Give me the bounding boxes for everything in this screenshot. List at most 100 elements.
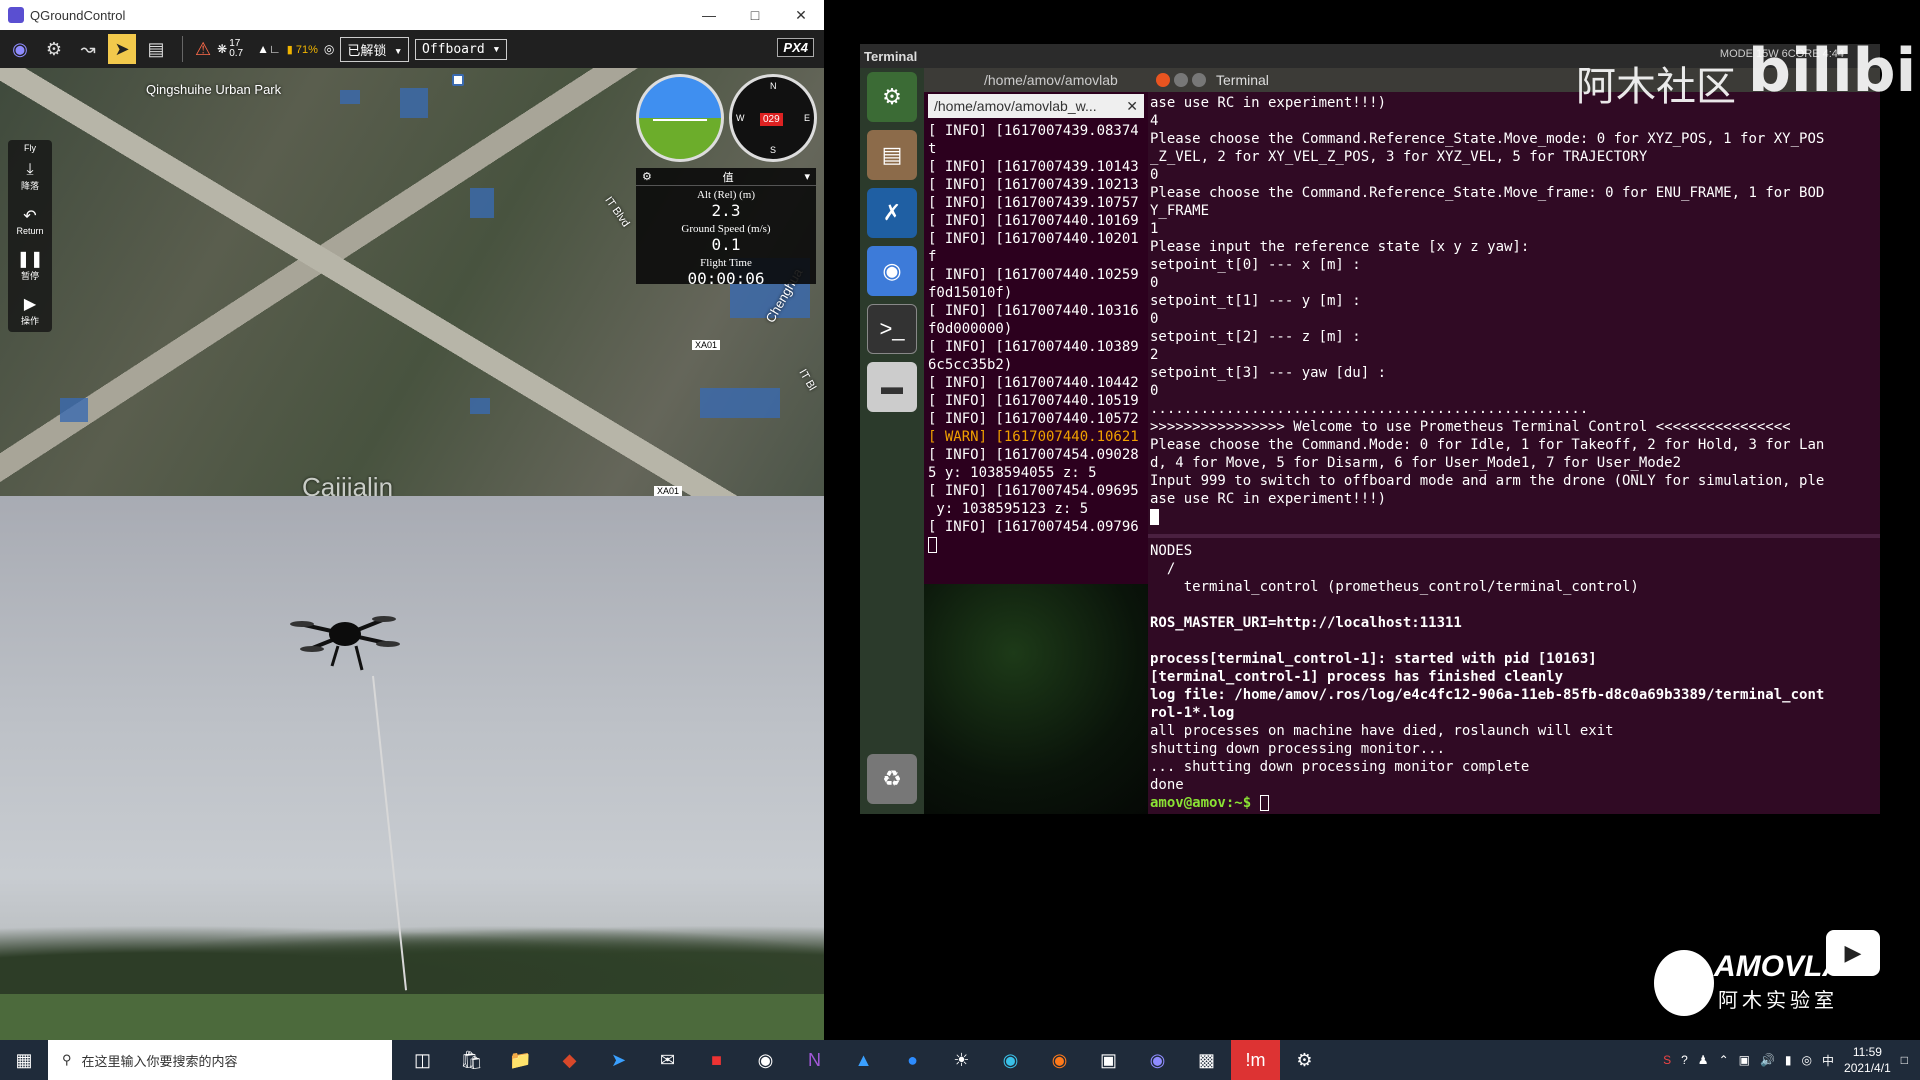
vehicle-marker-icon[interactable] (452, 74, 464, 86)
fly-view-icon[interactable]: ➤ (108, 34, 136, 64)
clock-time: 11:59 (1852, 1045, 1882, 1059)
taskbar-clock[interactable]: 11:59 2021/4/1 (1844, 1044, 1891, 1076)
rc-signal-icon[interactable]: ▲∟ (257, 42, 281, 56)
help-icon[interactable]: ? (1681, 1053, 1688, 1067)
volume-icon[interactable]: 🔊 (1760, 1053, 1775, 1067)
terminal-line: shutting down processing monitor... (1150, 741, 1446, 757)
show-hidden-icons[interactable]: ⌃ (1719, 1053, 1729, 1067)
vscode-taskbar-icon[interactable]: ➤ (594, 1040, 643, 1080)
terminal-line: Please input the reference state [x y z … (1150, 239, 1530, 255)
terminal-line: 6c5cc35b2) (928, 357, 1013, 373)
terminal-line: 1 (1150, 221, 1159, 237)
terminal-left-tab[interactable]: /home/amov/amovlab_w... ✕ (928, 94, 1144, 118)
ime-icon[interactable]: 中 (1822, 1052, 1834, 1069)
chromium-icon[interactable]: ◉ (867, 246, 917, 296)
photos-icon[interactable]: ▲ (839, 1040, 888, 1080)
close-button[interactable]: ✕ (778, 0, 824, 30)
map-building (400, 88, 428, 118)
drive-icon[interactable]: ▬ (867, 362, 917, 412)
map-label-blvd: IT Blvd (602, 194, 632, 230)
pause-button[interactable]: ❚❚ 暂停 (10, 245, 50, 288)
maximize-button[interactable]: □ (732, 0, 778, 30)
terminal-line: [ INFO] [1617007439.08374 (928, 123, 1139, 139)
terminal-line: 2 (1150, 347, 1159, 363)
terminal-line: done (1150, 777, 1184, 793)
topbar-title: Terminal (864, 48, 918, 64)
terminal-taskbar-icon[interactable]: ▩ (1182, 1040, 1231, 1080)
warning-icon[interactable]: ⚠ (195, 39, 211, 60)
flight-mode-dropdown[interactable]: Offboard ▾ (415, 38, 508, 60)
shell-prompt-line[interactable]: amov@amov:~$ (1150, 794, 1880, 812)
clock-date: 2021/4/1 (1844, 1061, 1891, 1075)
vehicle-setup-icon[interactable]: ⚙ (40, 34, 68, 64)
satellite-map[interactable]: Qingshuihe Urban Park IT Blvd Chenghua I… (0, 68, 824, 496)
pause-label: 暂停 (20, 271, 39, 282)
onenote-icon[interactable]: N (790, 1040, 839, 1080)
search-placeholder: 在这里输入你要搜索的内容 (81, 1053, 238, 1069)
task-view-icon[interactable]: ◫ (398, 1040, 447, 1080)
terminal-split-divider[interactable] (1148, 534, 1880, 538)
satellite-icon: ❋ (217, 42, 228, 56)
qgc-taskbar-icon[interactable]: ◉ (1133, 1040, 1182, 1080)
app-gray-icon[interactable]: ▣ (1084, 1040, 1133, 1080)
app-misc-icon[interactable]: ☀ (937, 1040, 986, 1080)
drone-video-feed (0, 496, 824, 1040)
zoom-icon[interactable]: ● (888, 1040, 937, 1080)
vscode-icon[interactable]: ✗ (867, 188, 917, 238)
notification-icon[interactable]: □ (1901, 1053, 1908, 1067)
close-icon[interactable] (1156, 73, 1170, 87)
analyze-view-icon[interactable]: ▤ (142, 34, 170, 64)
plan-view-icon[interactable]: ↝ (74, 34, 102, 64)
play-icon: ▶ (23, 296, 37, 314)
terminal-line: 0 (1150, 383, 1159, 399)
terminal-line: [ INFO] [1617007440.10169 (928, 213, 1139, 229)
terminal-line: [ INFO] [1617007440.10389 (928, 339, 1139, 355)
people-icon[interactable]: ♟ (1698, 1053, 1709, 1067)
store-icon[interactable]: 🛍 (447, 1040, 496, 1080)
terminal-line: rol-1*.log (1150, 705, 1235, 721)
return-button[interactable]: ↶ Return (10, 200, 50, 243)
qgc-logo-icon[interactable]: ◉ (6, 34, 34, 64)
terminal-icon[interactable]: >_ (867, 304, 917, 354)
terminal-line: [ INFO] [1617007440.10259 (928, 267, 1139, 283)
mail-icon[interactable]: ✉ (643, 1040, 692, 1080)
camera-icon[interactable]: ◉ (741, 1040, 790, 1080)
amovlab-mascot-icon (1654, 950, 1714, 1016)
terminal-window-left[interactable]: /home/amov/amovlab /home/amov/amovlab_w.… (924, 68, 1148, 814)
remote-desktop-icon[interactable]: !m (1231, 1040, 1280, 1080)
edge-icon[interactable]: ◉ (986, 1040, 1035, 1080)
terminal-window-right[interactable]: Terminal ase use RC in experiment!!!) 4 Pl… (1148, 68, 1880, 814)
battery-indicator[interactable]: ▮ 71% (287, 43, 318, 56)
gps-indicator[interactable]: ❋ 17 0.7 (217, 39, 243, 59)
firefox-icon[interactable]: ◉ (1035, 1040, 1084, 1080)
tray-app-icon[interactable]: S (1663, 1053, 1671, 1067)
minimize-icon[interactable] (1174, 73, 1188, 87)
maximize-icon[interactable] (1192, 73, 1206, 87)
language-icon[interactable]: ◎ (1802, 1053, 1812, 1067)
fly-panel-header: Fly (24, 143, 36, 153)
settings-icon[interactable]: ⚙ (1280, 1040, 1329, 1080)
action-button[interactable]: ▶ 操作 (10, 289, 50, 332)
compass-indicator: N E S W 029 (729, 74, 817, 162)
file-manager-icon[interactable]: ▤ (867, 130, 917, 180)
values-dropdown-icon[interactable]: ▾ (804, 170, 810, 183)
pause-icon: ❚❚ (16, 251, 44, 269)
gimbal-icon[interactable]: ◎ (324, 42, 334, 56)
battery-icon[interactable]: ▮ (1785, 1053, 1792, 1067)
land-button[interactable]: ⤓ 降落 (10, 155, 50, 198)
explorer-icon[interactable]: 📁 (496, 1040, 545, 1080)
app-red-icon[interactable]: ■ (692, 1040, 741, 1080)
app-icon[interactable]: ◆ (545, 1040, 594, 1080)
arm-state-dropdown[interactable]: 已解锁 ▾ (340, 36, 410, 62)
values-settings-icon[interactable]: ⚙ (642, 170, 652, 183)
windows-start-icon[interactable]: ▦ (0, 1040, 48, 1080)
ubuntu-logo-icon[interactable]: ⚙ (867, 72, 917, 122)
attitude-indicator (636, 74, 724, 162)
return-icon: ↶ (23, 208, 37, 226)
network-icon[interactable]: ▣ (1739, 1053, 1750, 1067)
minimize-button[interactable]: — (686, 0, 732, 30)
tab-close-icon[interactable]: ✕ (1126, 98, 1138, 115)
taskbar-search-box[interactable]: ⚲ 在这里输入你要搜索的内容 (48, 1040, 392, 1080)
trash-icon[interactable]: ♻ (867, 754, 917, 804)
